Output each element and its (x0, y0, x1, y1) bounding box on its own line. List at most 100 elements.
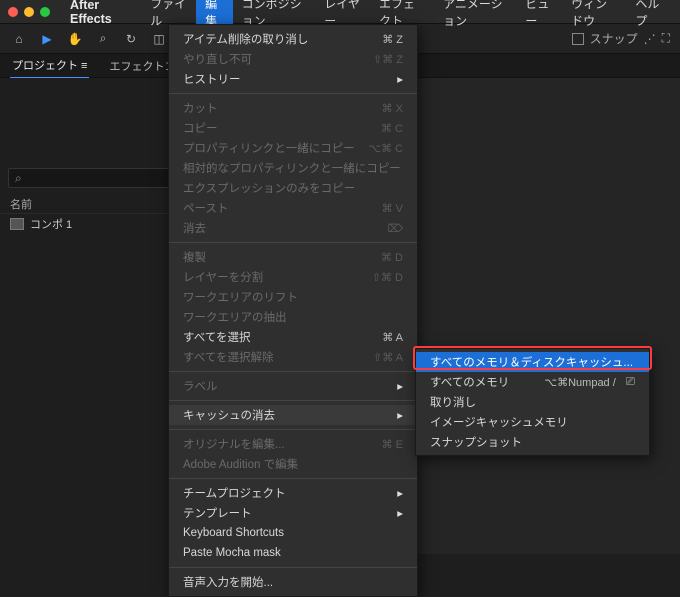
shortcut-label: ⌘ D (381, 251, 403, 264)
menu-file[interactable]: ファイル (141, 0, 196, 24)
menu-item-label: オリジナルを編集... (183, 436, 285, 452)
menu-window[interactable]: ウィンドウ (562, 0, 626, 24)
edit-menu-dropdown: アイテム削除の取り消し ⌘ Z やり直し不可⇧⌘ Z ヒストリー ▸ カット ⌘ X コピー⌘… (168, 24, 418, 597)
menu-item-label: ペースト (183, 200, 228, 216)
submenu-arrow-icon: ▸ (397, 72, 403, 86)
snap-option-icon[interactable]: ⋰ (644, 32, 656, 46)
zoom-tool-icon[interactable]: ⌕ (94, 30, 112, 48)
menu-item-label: ラベル (183, 378, 218, 394)
cache-purge-submenu: すべてのメモリ＆ディスクキャッシュ...すべてのメモリ⌥⌘Numpad /⎚取り… (415, 348, 650, 456)
menu-layer[interactable]: レイヤー (315, 0, 370, 24)
submenu-arrow-icon: ▸ (397, 379, 403, 393)
menu-composition[interactable]: コンポジション (233, 0, 316, 24)
menu-item-label: プロパティリンクと一緒にコピー (183, 140, 355, 156)
menu-animation[interactable]: アニメーション (434, 0, 516, 24)
submenu-item[interactable]: スナップショット (416, 432, 649, 452)
menu-help[interactable]: ヘルプ (626, 0, 672, 24)
submenu-item-label: スナップショット (430, 434, 522, 450)
search-icon: ⌕ (15, 171, 22, 186)
menu-item: ワークエリアの抽出 (169, 307, 417, 327)
tab-project[interactable]: プロジェクト ≡ (10, 53, 89, 79)
shortcut-label: ⌘ E (382, 438, 403, 451)
submenu-item[interactable]: イメージキャッシュメモリ (416, 412, 649, 432)
menubar: After Effects ファイル 編集 コンポジション レイヤー エフェクト… (0, 0, 680, 24)
selection-tool-icon[interactable]: ▶ (38, 30, 56, 48)
menu-item-label: Paste Mocha mask (183, 547, 281, 559)
submenu-arrow-icon: ▸ (397, 486, 403, 500)
menu-separator (169, 478, 417, 479)
menu-item-label: Adobe Audition で編集 (183, 456, 298, 472)
menu-item: コピー⌘ C (169, 118, 417, 138)
menu-item-label: アイテム削除の取り消し (183, 31, 308, 47)
menu-item: すべてを選択解除⇧⌘ A (169, 347, 417, 367)
rotate-tool-icon[interactable]: ↻ (122, 30, 140, 48)
menu-item: 複製 ⌘ D (169, 247, 417, 267)
composition-icon (10, 218, 24, 230)
menu-item: 消去⌦ (169, 218, 417, 238)
menu-item: やり直し不可⇧⌘ Z (169, 49, 417, 69)
menu-separator (169, 371, 417, 372)
snap-expand-icon[interactable]: ⛶ (662, 31, 670, 46)
menu-item-label: ヒストリー (183, 71, 241, 87)
menu-item-label: レイヤーを分割 (183, 269, 263, 285)
submenu-item[interactable]: すべてのメモリ＆ディスクキャッシュ... (416, 352, 649, 372)
home-icon[interactable]: ⌂ (10, 30, 28, 48)
menu-item-label: チームプロジェクト (183, 485, 285, 501)
close-window-icon[interactable] (8, 7, 18, 17)
hand-tool-icon[interactable]: ✋ (66, 30, 84, 48)
shortcut-label: ⌘ V (382, 202, 403, 215)
snap-label: スナップ (590, 30, 638, 47)
menu-item-label: ワークエリアのリフト (183, 289, 298, 305)
menu-item: レイヤーを分割⇧⌘ D (169, 267, 417, 287)
menu-item[interactable]: ヒストリー ▸ (169, 69, 417, 89)
menu-view[interactable]: ビュー (516, 0, 562, 24)
shortcut-label: ⌘ X (382, 102, 403, 115)
menu-item[interactable]: キャッシュの消去 ▸ (169, 405, 417, 425)
menu-item[interactable]: 音声入力を開始... (169, 572, 417, 592)
menu-item-label: テンプレート (183, 505, 252, 521)
menu-item-label: すべてを選択 (183, 329, 251, 345)
menu-item: オリジナルを編集... ⌘ E (169, 434, 417, 454)
menu-item-label: 複製 (183, 249, 206, 265)
submenu-item-label: すべてのメモリ＆ディスクキャッシュ... (430, 354, 633, 370)
shortcut-label: ⌘ Z (382, 33, 403, 46)
menu-item: 相対的なプロパティリンクと一緒にコピー (169, 158, 417, 178)
snap-toggle[interactable]: スナップ ⋰ ⛶ (572, 30, 670, 47)
menu-item-label: ワークエリアの抽出 (183, 309, 287, 325)
submenu-item-label: 取り消し (430, 394, 476, 410)
submenu-item-label: すべてのメモリ (430, 374, 509, 390)
menu-item-label: 相対的なプロパティリンクと一緒にコピー (183, 160, 401, 176)
menu-separator (169, 93, 417, 94)
menu-item: プロパティリンクと一緒にコピー⌥⌘ C (169, 138, 417, 158)
menu-effect[interactable]: エフェクト (370, 0, 434, 24)
menu-item-label: カット (183, 100, 218, 116)
checkbox-icon[interactable] (572, 33, 584, 45)
menu-item[interactable]: チームプロジェクト ▸ (169, 483, 417, 503)
menu-item-label: やり直し不可 (183, 51, 252, 67)
menu-item-label: キャッシュの消去 (183, 407, 275, 423)
menu-item: エクスプレッションのみをコピー (169, 178, 417, 198)
submenu-item[interactable]: 取り消し (416, 392, 649, 412)
app-name[interactable]: After Effects (70, 0, 127, 26)
shortcut-label: ⌥⌘Numpad / (544, 376, 615, 389)
search-input[interactable]: ⌕ (8, 168, 192, 188)
zoom-window-icon[interactable] (40, 7, 50, 17)
camera-tool-icon[interactable]: ◫ (150, 30, 168, 48)
shortcut-label: ⇧⌘ A (373, 351, 403, 364)
menu-item: ペースト ⌘ V (169, 198, 417, 218)
menu-item[interactable]: Keyboard Shortcuts (169, 523, 417, 543)
menu-item[interactable]: アイテム削除の取り消し ⌘ Z (169, 29, 417, 49)
menu-edit[interactable]: 編集 (196, 0, 232, 24)
project-item-label: コンポ 1 (30, 216, 72, 232)
submenu-arrow-icon: ▸ (397, 506, 403, 520)
menu-item: Adobe Audition で編集 (169, 454, 417, 474)
submenu-item[interactable]: すべてのメモリ⌥⌘Numpad /⎚ (416, 372, 649, 392)
menu-item: ラベル ▸ (169, 376, 417, 396)
submenu-arrow-icon: ▸ (397, 408, 403, 422)
menu-item: ワークエリアのリフト (169, 287, 417, 307)
menu-item[interactable]: Paste Mocha mask (169, 543, 417, 563)
menu-item[interactable]: すべてを選択⌘ A (169, 327, 417, 347)
shortcut-label: ⌦ (387, 222, 403, 235)
minimize-window-icon[interactable] (24, 7, 34, 17)
menu-item[interactable]: テンプレート ▸ (169, 503, 417, 523)
